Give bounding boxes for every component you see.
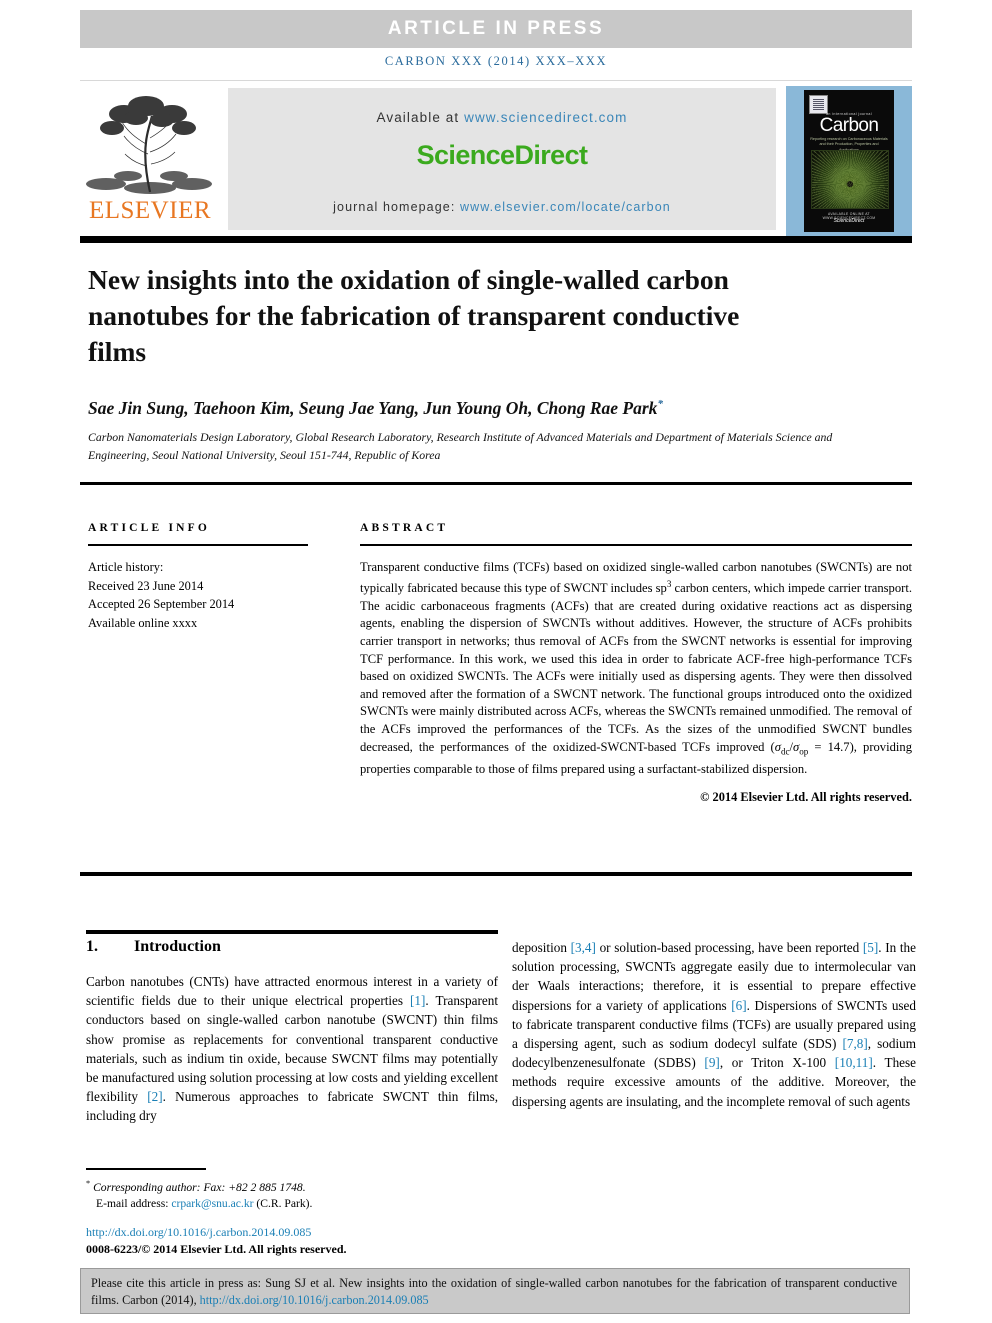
running-head: CARBON XXX (2014) XXX–XXX xyxy=(384,54,608,68)
affiliation: Carbon Nanomaterials Design Laboratory, … xyxy=(88,430,833,462)
cite-this-article-box: Please cite this article in press as: Su… xyxy=(80,1268,910,1314)
citation-10-11[interactable]: [10,11] xyxy=(835,1055,873,1070)
history-label: Article history: xyxy=(88,560,164,574)
available-at-label: Available at xyxy=(376,110,465,125)
citation-2[interactable]: [2] xyxy=(147,1089,162,1104)
article-info-section: ARTICLE INFO Article history: Received 2… xyxy=(88,522,333,632)
history-available-online: Available online xxxx xyxy=(88,615,198,630)
cite-doi-link[interactable]: http://dx.doi.org/10.1016/j.carbon.2014.… xyxy=(200,1293,429,1307)
abstract-part-2: carbon centers, which impede carrier tra… xyxy=(360,581,912,754)
author-list: Sae Jin Sung, Taehoon Kim, Seung Jae Yan… xyxy=(88,398,888,419)
cover-artwork xyxy=(811,150,889,209)
elsevier-tree-icon xyxy=(84,88,216,200)
citation-7-8[interactable]: [7,8] xyxy=(843,1036,868,1051)
citation-5[interactable]: [5] xyxy=(863,940,878,955)
right-text-6: , or Triton X-100 xyxy=(719,1055,835,1071)
article-info-heading: ARTICLE INFO xyxy=(88,522,211,534)
journal-homepage-label: journal homepage: xyxy=(333,200,460,214)
section-heading-introduction: 1. Introduction xyxy=(86,938,498,956)
sciencedirect-url[interactable]: www.sciencedirect.com xyxy=(464,110,627,125)
section-title: Introduction xyxy=(134,938,221,955)
footnote-block: * Corresponding author: Fax: +82 2 885 1… xyxy=(86,1176,506,1213)
cover-title: Carbon xyxy=(819,115,879,136)
corresponding-author-text: Corresponding author: Fax: +82 2 885 174… xyxy=(93,1180,306,1194)
history-accepted: Accepted 26 September 2014 xyxy=(88,597,235,611)
journal-homepage-line: journal homepage: www.elsevier.com/locat… xyxy=(228,200,776,214)
masthead-bottom-rule xyxy=(80,236,912,243)
right-text-2: or solution-based processing, have been … xyxy=(595,940,863,955)
page-title: New insights into the oxidation of singl… xyxy=(88,264,740,367)
right-text-1: deposition xyxy=(512,940,571,955)
article-history: Article history: Received 23 June 2014 A… xyxy=(88,558,333,632)
body-column-left: Carbon nanotubes (CNTs) have attracted e… xyxy=(86,972,498,1126)
abstract-bottom-rule xyxy=(80,872,912,876)
elsevier-logo: ELSEVIER xyxy=(80,86,220,232)
author-block-rule xyxy=(80,482,912,485)
sciencedirect-logo: ScienceDirect xyxy=(416,140,588,170)
available-at-line: Available at www.sciencedirect.com xyxy=(228,110,776,125)
article-info-rule xyxy=(88,544,308,546)
sigma-op-subscript: op xyxy=(799,746,809,757)
article-in-press-banner: ARTICLE IN PRESS xyxy=(80,10,912,48)
cite-this-article-text: Please cite this article in press as: Su… xyxy=(91,1275,897,1309)
section-number: 1. xyxy=(86,938,98,955)
citation-9[interactable]: [9] xyxy=(704,1055,719,1070)
corresponding-author-note: * Corresponding author: Fax: +82 2 885 1… xyxy=(86,1176,506,1196)
journal-homepage-url[interactable]: www.elsevier.com/locate/carbon xyxy=(460,200,671,214)
email-owner: (C.R. Park). xyxy=(253,1197,313,1211)
citation-6[interactable]: [6] xyxy=(731,998,746,1013)
header-divider xyxy=(80,80,912,81)
footnote-rule xyxy=(86,1168,206,1170)
abstract-rule xyxy=(360,544,912,546)
journal-masthead: ELSEVIER Available at www.sciencedirect.… xyxy=(80,86,912,236)
body-column-right: deposition [3,4] or solution-based proce… xyxy=(512,938,916,1111)
article-in-press-label: ARTICLE IN PRESS xyxy=(387,18,605,39)
author-names: Sae Jin Sung, Taehoon Kim, Seung Jae Yan… xyxy=(88,398,658,418)
email-note: E-mail address: crpark@snu.ac.kr (C.R. P… xyxy=(86,1196,506,1212)
abstract-section: ABSTRACT Transparent conductive films (T… xyxy=(360,522,912,805)
email-label: E-mail address: xyxy=(96,1197,172,1211)
history-received: Received 23 June 2014 xyxy=(88,578,204,593)
left-text-2: . Transparent conductors based on single… xyxy=(86,993,498,1105)
abstract-heading: ABSTRACT xyxy=(360,522,449,534)
citation-3-4[interactable]: [3,4] xyxy=(571,940,596,955)
abstract-copyright: © 2014 Elsevier Ltd. All rights reserved… xyxy=(700,790,912,805)
corresponding-author-marker: * xyxy=(657,398,663,411)
sciencedirect-banner: Available at www.sciencedirect.com Scien… xyxy=(228,88,776,230)
citation-1[interactable]: [1] xyxy=(410,993,425,1008)
journal-cover-thumbnail: an international journal Carbon Reportin… xyxy=(786,86,912,236)
issn-copyright-line: 0008-6223/© 2014 Elsevier Ltd. All right… xyxy=(86,1242,347,1256)
sigma-dc-subscript: dc xyxy=(780,746,790,757)
journal-cover-image: an international journal Carbon Reportin… xyxy=(804,90,894,232)
asterisk-marker: * xyxy=(86,1179,91,1188)
article-first-page: ARTICLE IN PRESS CARBON XXX (2014) XXX–X… xyxy=(0,0,992,1323)
elsevier-wordmark: ELSEVIER xyxy=(88,197,212,224)
email-link[interactable]: crpark@snu.ac.kr xyxy=(171,1197,253,1210)
abstract-text: Transparent conductive films (TCFs) base… xyxy=(360,559,912,779)
introduction-top-rule xyxy=(86,930,498,934)
cover-footer-brand: ScienceDirect xyxy=(833,218,865,224)
doi-link[interactable]: http://dx.doi.org/10.1016/j.carbon.2014.… xyxy=(86,1225,506,1240)
